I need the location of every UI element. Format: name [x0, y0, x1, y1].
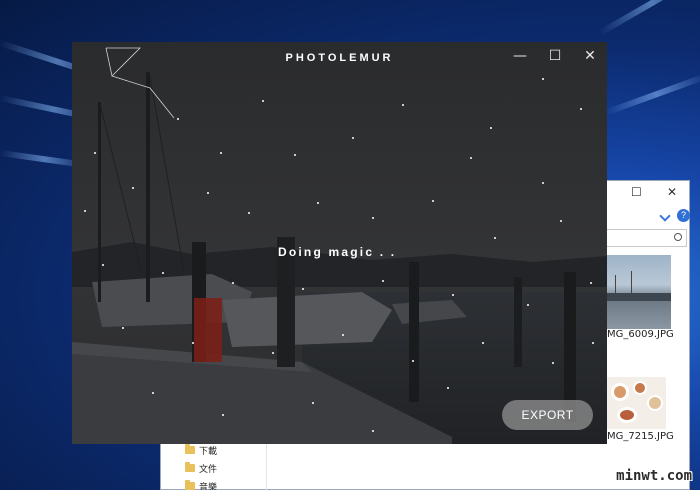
folder-icon [185, 462, 195, 472]
thumbnail-image-1[interactable] [607, 255, 671, 329]
explorer-search-box[interactable] [601, 229, 687, 247]
ribbon-expand-chevron-icon[interactable] [659, 210, 671, 222]
explorer-titlebar: ☐ ✕ [601, 181, 691, 207]
minimize-button[interactable]: — [509, 48, 531, 64]
nav-item-label: 文件 [199, 464, 218, 475]
close-button[interactable]: ✕ [579, 48, 601, 64]
watermark: minwt.com [616, 468, 692, 484]
folder-icon [185, 444, 195, 454]
photolemur-window: PHOTOLEMUR — ☐ ✕ Doing magic . . EXPORT [72, 42, 607, 444]
nav-item-label: 音樂 [199, 482, 218, 490]
explorer-close-button[interactable]: ✕ [667, 185, 677, 199]
search-icon [674, 233, 682, 241]
thumbnail-name-1: MG_6009.JPG [607, 329, 674, 340]
navigation-pane: 下載 文件 音樂 [161, 443, 267, 490]
explorer-maximize-button[interactable]: ☐ [631, 185, 642, 199]
export-button[interactable]: EXPORT [502, 400, 593, 430]
folder-icon [185, 480, 195, 490]
help-icon[interactable]: ? [677, 209, 690, 222]
maximize-button[interactable]: ☐ [544, 48, 566, 64]
nav-item-documents[interactable]: 文件 [185, 459, 217, 477]
thumbnail-name-2: MG_7215.JPG [607, 431, 674, 442]
thumbnail-image-2[interactable] [607, 377, 666, 429]
processing-status-text: Doing magic . . [278, 245, 397, 259]
explorer-ribbon: ? [601, 207, 691, 229]
nav-item-music[interactable]: 音樂 [185, 477, 217, 490]
nav-item-label: 下載 [199, 446, 218, 457]
